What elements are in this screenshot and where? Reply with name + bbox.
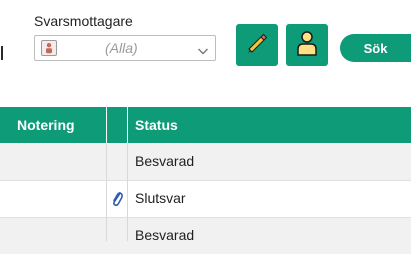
column-header-status[interactable]: Status xyxy=(135,107,178,143)
pencil-icon xyxy=(244,30,270,61)
row-divider xyxy=(0,217,411,218)
left-edge-handle xyxy=(1,46,3,60)
table-row[interactable]: Slutsvar xyxy=(0,180,411,217)
person-icon xyxy=(295,29,319,62)
row-divider xyxy=(0,180,411,181)
recipient-avatar-icon xyxy=(41,40,57,56)
status-cell: Slutsvar xyxy=(135,190,186,206)
status-cell: Besvarad xyxy=(135,227,195,243)
grid-divider xyxy=(127,143,128,241)
recipient-select-value: (Alla) xyxy=(105,40,138,56)
table-header: Notering Status xyxy=(0,107,411,143)
edit-button[interactable] xyxy=(236,24,278,66)
table-row[interactable]: Besvarad xyxy=(0,217,411,254)
column-divider xyxy=(106,107,107,143)
grid-divider xyxy=(106,143,107,241)
add-recipient-button[interactable] xyxy=(286,24,328,66)
chevron-down-icon[interactable] xyxy=(197,43,209,55)
column-divider xyxy=(127,107,128,143)
paperclip-icon[interactable] xyxy=(107,180,127,217)
search-button[interactable]: Sök xyxy=(340,34,411,62)
column-header-notering[interactable]: Notering xyxy=(17,107,75,143)
table-row[interactable]: Besvarad xyxy=(0,143,411,180)
recipient-filter-label: Svarsmottagare xyxy=(34,13,133,29)
status-cell: Besvarad xyxy=(135,153,195,169)
recipient-select[interactable]: (Alla) xyxy=(34,35,216,61)
